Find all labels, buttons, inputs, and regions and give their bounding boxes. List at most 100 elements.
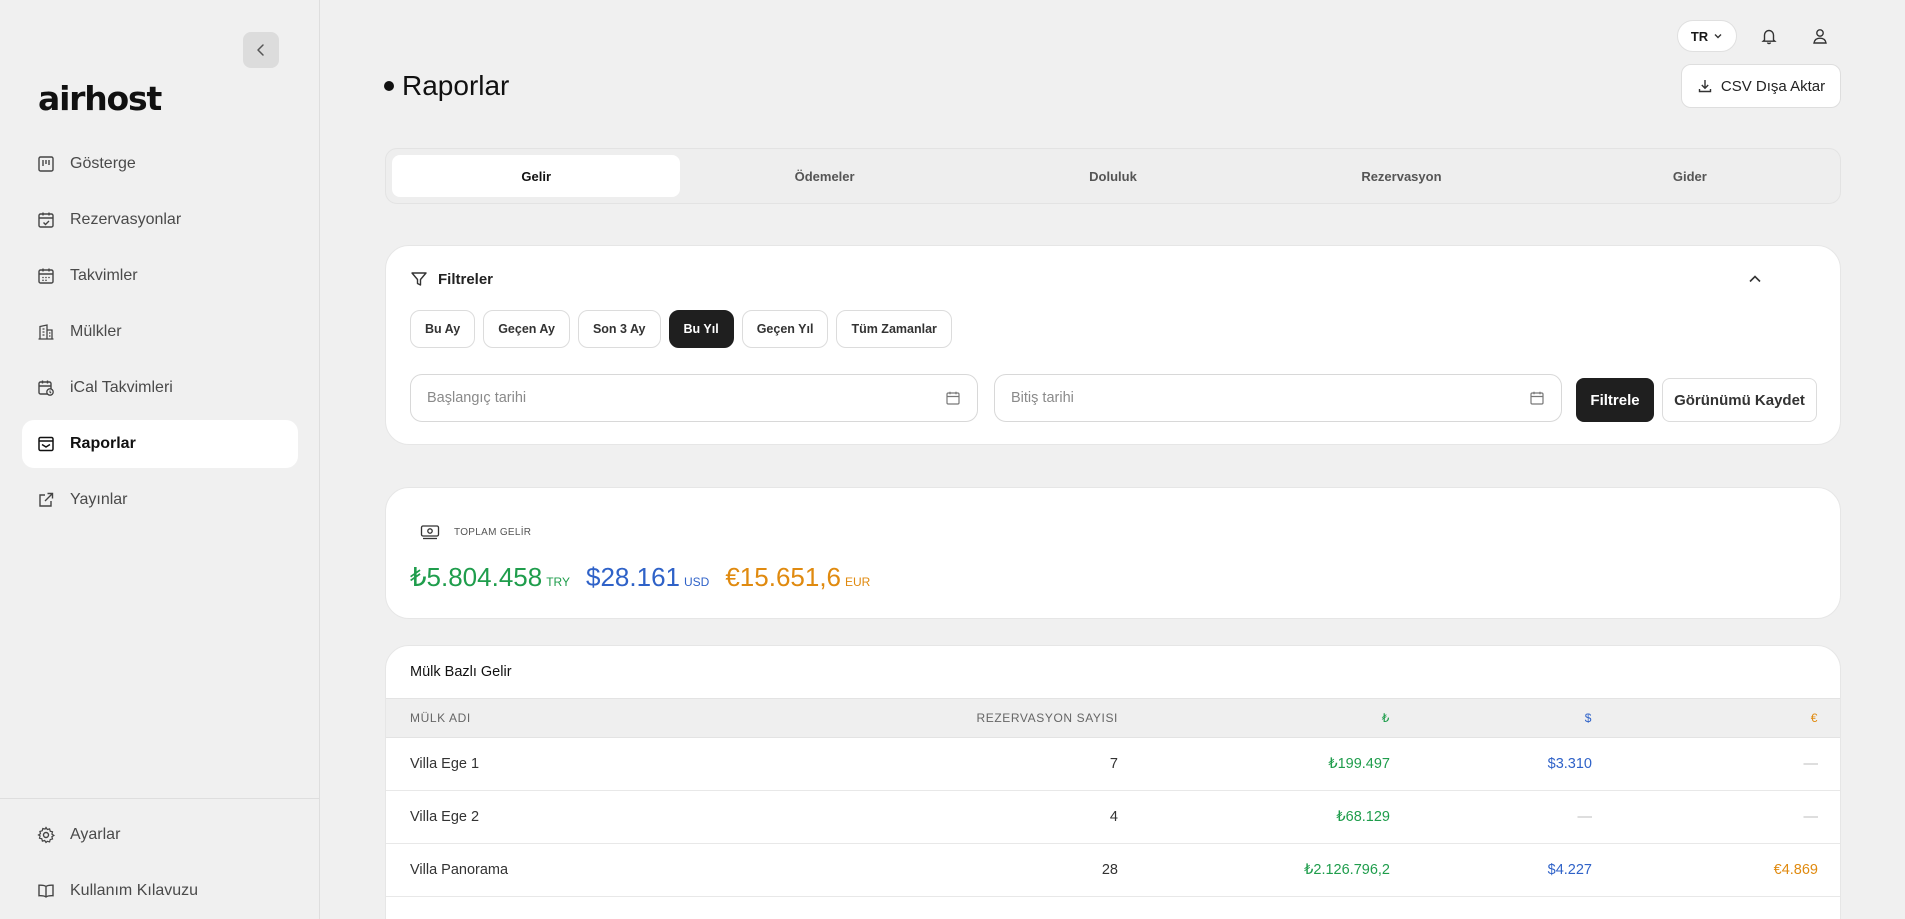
col-usd[interactable]: $	[1585, 699, 1592, 737]
total-revenue-label: TOPLAM GELİR	[454, 526, 532, 538]
property-revenue-table: Mülk Bazlı Gelir MÜLK ADI REZERVASYON SA…	[385, 645, 1841, 919]
page-title-text: Raporlar	[402, 70, 510, 101]
sidebar-item-gosterge[interactable]: Gösterge	[22, 140, 298, 188]
tab-gider[interactable]: Gider	[1546, 155, 1834, 197]
user-menu-button[interactable]	[1802, 18, 1838, 54]
total-eur-amount: €15.651,6	[725, 562, 842, 592]
apply-filter-button[interactable]: Filtrele	[1576, 378, 1654, 422]
end-date-placeholder: Bitiş tarihi	[1011, 390, 1074, 406]
cell-count: 7	[1109, 756, 1118, 772]
sidebar: airhost Gösterge Rezervasyonlar Takvimle…	[0, 0, 320, 919]
filters-header: Filtreler	[410, 270, 493, 288]
sidebar-item-label: Ayarlar	[70, 826, 121, 843]
book-icon	[36, 881, 56, 901]
table-row[interactable]: Villa Ege 2 4 ₺68.129 — —	[386, 791, 1840, 844]
sidebar-item-kilavuz[interactable]: Kullanım Kılavuzu	[22, 867, 298, 915]
total-try: ₺5.804.458 TRY	[410, 562, 570, 593]
total-try-code: TRY	[546, 575, 571, 589]
date-presets: Bu Ay Geçen Ay Son 3 Ay Bu Yıl Geçen Yıl…	[410, 310, 952, 348]
tab-doluluk[interactable]: Doluluk	[969, 155, 1257, 197]
sidebar-collapse-button[interactable]	[243, 32, 279, 68]
preset-son-3-ay[interactable]: Son 3 Ay	[577, 310, 661, 348]
sidebar-item-label: Kullanım Kılavuzu	[70, 882, 199, 899]
reports-icon	[36, 434, 56, 454]
gear-icon	[36, 825, 56, 845]
total-usd-amount: $28.161	[586, 562, 680, 592]
filters-panel: Filtreler Bu Ay Geçen Ay Son 3 Ay Bu Yıl…	[385, 245, 1841, 445]
total-revenue-card: TOPLAM GELİR ₺5.804.458 TRY $28.161 USD €1…	[385, 487, 1841, 619]
bell-icon	[1761, 29, 1777, 45]
sidebar-item-label: Yayınlar	[70, 491, 128, 508]
col-eur[interactable]: €	[1811, 699, 1818, 737]
cell-count: 28	[1101, 862, 1118, 878]
filters-collapse-button[interactable]	[1746, 270, 1764, 293]
sidebar-bottom: Ayarlar Kullanım Kılavuzu	[0, 798, 320, 919]
sidebar-item-rezervasyonlar[interactable]: Rezervasyonlar	[22, 196, 298, 244]
calendar-icon	[36, 266, 56, 286]
table-header: MÜLK ADI REZERVASYON SAYISI ₺ $ €	[386, 698, 1840, 738]
notifications-button[interactable]	[1751, 18, 1787, 54]
sidebar-item-ayarlar[interactable]: Ayarlar	[22, 811, 298, 859]
logo[interactable]: airhost	[38, 78, 162, 118]
total-eur: €15.651,6 EUR	[725, 562, 870, 593]
sidebar-item-label: Raporlar	[70, 435, 136, 452]
sidebar-item-yayinlar[interactable]: Yayınlar	[22, 476, 298, 524]
cell-try: ₺199.497	[1328, 756, 1390, 772]
cell-try: ₺2.126.796,2	[1304, 862, 1390, 878]
cell-name: Villa Ege 1	[410, 756, 480, 772]
preset-tum-zamanlar[interactable]: Tüm Zamanlar	[836, 310, 952, 348]
start-date-placeholder: Başlangıç tarihi	[427, 390, 527, 406]
chevron-up-icon	[1749, 275, 1761, 283]
total-usd-code: USD	[684, 575, 710, 589]
title-bullet	[384, 81, 394, 91]
col-reservation-count[interactable]: REZERVASYON SAYISI	[976, 699, 1118, 737]
cell-name: Villa Ege 2	[410, 809, 480, 825]
tab-odemeler[interactable]: Ödemeler	[680, 155, 968, 197]
sidebar-item-takvimler[interactable]: Takvimler	[22, 252, 298, 300]
sidebar-item-label: Rezervasyonlar	[70, 211, 182, 228]
cell-eur: —	[1803, 809, 1819, 825]
money-icon	[420, 525, 440, 540]
start-date-input[interactable]: Başlangıç tarihi	[410, 374, 978, 422]
table-row[interactable]: Villa Ege 1 7 ₺199.497 $3.310 —	[386, 738, 1840, 791]
preset-bu-ay[interactable]: Bu Ay	[410, 310, 476, 348]
tab-rezervasyon[interactable]: Rezervasyon	[1257, 155, 1545, 197]
total-eur-code: EUR	[845, 575, 871, 589]
sidebar-item-mulkler[interactable]: Mülkler	[22, 308, 298, 356]
table-row-partial[interactable]	[386, 897, 1840, 919]
dashboard-icon	[36, 154, 56, 174]
table-title: Mülk Bazlı Gelir	[410, 664, 512, 680]
end-date-input[interactable]: Bitiş tarihi	[994, 374, 1562, 422]
sidebar-item-ical[interactable]: iCal Takvimleri	[22, 364, 298, 412]
preset-gecen-ay[interactable]: Geçen Ay	[483, 310, 570, 348]
sidebar-item-raporlar[interactable]: Raporlar	[22, 420, 298, 468]
preset-bu-yil[interactable]: Bu Yıl	[668, 310, 734, 348]
cell-count: 4	[1109, 809, 1118, 825]
cell-name: Villa Panorama	[410, 862, 509, 878]
cell-try: ₺68.129	[1336, 809, 1390, 825]
table-row[interactable]: Villa Panorama 28 ₺2.126.796,2 $4.227 €4…	[386, 844, 1840, 897]
save-view-button[interactable]: Görünümü Kaydet	[1662, 378, 1817, 422]
preset-gecen-yil[interactable]: Geçen Yıl	[741, 310, 829, 348]
calendar-icon	[946, 391, 960, 405]
tab-gelir[interactable]: Gelir	[392, 155, 681, 197]
calendar-sync-icon	[36, 378, 56, 398]
cell-usd: $4.227	[1547, 862, 1592, 878]
language-selector[interactable]: TR	[1677, 20, 1737, 52]
page-title: Raporlar	[384, 70, 509, 102]
csv-export-label: CSV Dışa Aktar	[1720, 77, 1826, 95]
total-usd: $28.161 USD	[586, 562, 709, 593]
sidebar-item-label: Takvimler	[70, 267, 138, 284]
sidebar-item-label: Gösterge	[70, 155, 136, 172]
total-revenue-header: TOPLAM GELİR	[420, 524, 531, 540]
csv-export-button[interactable]: CSV Dışa Aktar	[1681, 64, 1841, 108]
filters-title: Filtreler	[438, 270, 494, 288]
sidebar-nav: Gösterge Rezervasyonlar Takvimler Mülkle…	[22, 140, 298, 532]
col-try[interactable]: ₺	[1382, 699, 1390, 737]
sidebar-item-label: iCal Takvimleri	[70, 379, 173, 396]
user-icon	[1813, 29, 1827, 44]
calendar-check-icon	[36, 210, 56, 230]
total-try-amount: ₺5.804.458	[410, 562, 543, 592]
col-property-name[interactable]: MÜLK ADI	[410, 699, 471, 737]
report-tabs: Gelir Ödemeler Doluluk Rezervasyon Gider	[385, 148, 1841, 204]
